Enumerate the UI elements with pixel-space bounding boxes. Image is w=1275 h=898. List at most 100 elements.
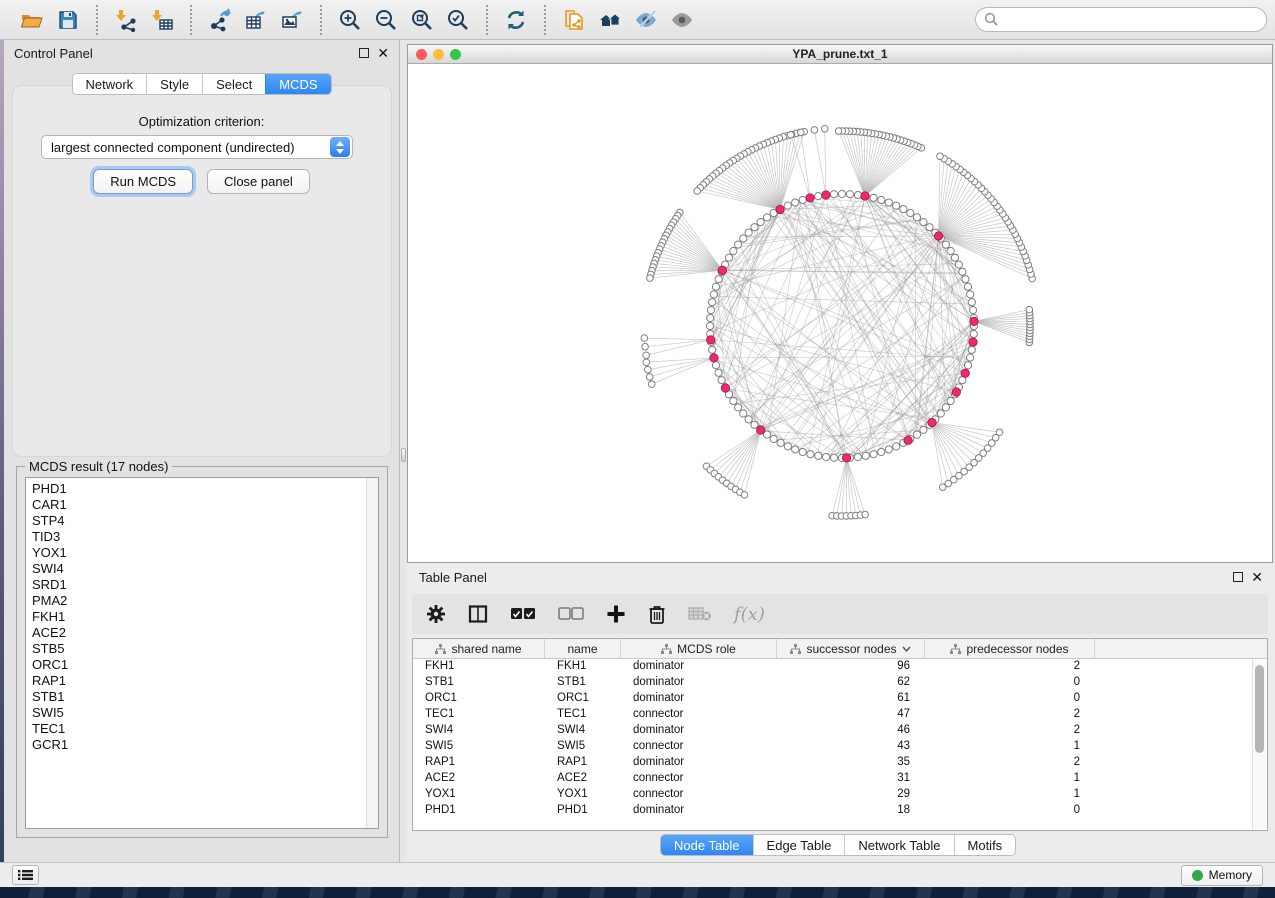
table-row[interactable]: ACE2ACE2connector311 [413, 771, 1267, 787]
table-cell[interactable] [1095, 803, 1267, 819]
table-cell[interactable] [1095, 739, 1267, 755]
table-cell[interactable]: 1 [925, 771, 1095, 787]
table-cell[interactable]: YOX1 [545, 787, 621, 803]
tab-style[interactable]: Style [146, 74, 202, 94]
export-network-button[interactable] [202, 4, 238, 36]
table-cell[interactable]: 2 [925, 723, 1095, 739]
tab-mcds[interactable]: MCDS [265, 74, 330, 94]
table-cell[interactable] [1095, 723, 1267, 739]
table-cell[interactable]: 1 [925, 739, 1095, 755]
table-row[interactable]: TEC1TEC1connector472 [413, 707, 1267, 723]
vertical-splitter[interactable] [400, 40, 407, 862]
table-row[interactable]: FKH1FKH1dominator962 [413, 659, 1267, 675]
table-cell[interactable]: 35 [777, 755, 925, 771]
import-network-button[interactable] [108, 4, 144, 36]
column-header-successor-nodes[interactable]: successor nodes [777, 639, 925, 658]
splitter-grip[interactable] [401, 448, 406, 462]
column-header-name[interactable]: name [545, 639, 621, 658]
mcds-result-item[interactable]: STP4 [32, 513, 366, 529]
open-file-button[interactable] [14, 4, 50, 36]
table-cell[interactable] [1095, 787, 1267, 803]
export-table-button[interactable] [238, 4, 274, 36]
table-cell[interactable]: connector [621, 739, 777, 755]
mcds-result-item[interactable]: TEC1 [32, 721, 366, 737]
table-cell[interactable]: 61 [777, 691, 925, 707]
table-settings-button[interactable] [426, 604, 446, 624]
network-canvas[interactable] [408, 64, 1272, 562]
tab-node-table[interactable]: Node Table [661, 835, 753, 855]
table-cell[interactable]: 96 [777, 659, 925, 675]
task-history-button[interactable] [12, 865, 39, 885]
table-cell[interactable] [1095, 707, 1267, 723]
table-cell[interactable]: RAP1 [545, 755, 621, 771]
show-column-panel-button[interactable] [468, 604, 488, 624]
save-session-button[interactable] [50, 4, 86, 36]
mcds-result-item[interactable]: SWI4 [32, 561, 366, 577]
table-cell[interactable]: 62 [777, 675, 925, 691]
table-cell[interactable]: 0 [925, 675, 1095, 691]
column-header-mcds-role[interactable]: MCDS role [621, 639, 777, 658]
refresh-view-button[interactable] [498, 4, 534, 36]
close-panel-button[interactable]: Close panel [207, 169, 310, 194]
run-mcds-button[interactable]: Run MCDS [93, 169, 193, 194]
table-cell[interactable]: 43 [777, 739, 925, 755]
zoom-out-button[interactable] [368, 4, 404, 36]
memory-button[interactable]: Memory [1181, 865, 1263, 886]
table-cell[interactable] [1095, 675, 1267, 691]
import-table-button[interactable] [144, 4, 180, 36]
first-neighbors-button[interactable] [592, 4, 628, 36]
table-row[interactable]: SWI5SWI5connector431 [413, 739, 1267, 755]
tab-select[interactable]: Select [202, 74, 265, 94]
table-cell[interactable]: FKH1 [545, 659, 621, 675]
table-cell[interactable]: connector [621, 787, 777, 803]
table-cell[interactable]: ACE2 [545, 771, 621, 787]
table-row[interactable]: YOX1YOX1connector291 [413, 787, 1267, 803]
table-cell[interactable]: TEC1 [413, 707, 545, 723]
table-cell[interactable]: TEC1 [545, 707, 621, 723]
mcds-result-item[interactable]: SWI5 [32, 705, 366, 721]
table-cell[interactable]: 2 [925, 707, 1095, 723]
table-cell[interactable]: ACE2 [413, 771, 545, 787]
float-panel-icon[interactable] [359, 48, 369, 58]
zoom-fit-button[interactable] [404, 4, 440, 36]
table-cell[interactable]: connector [621, 707, 777, 723]
mcds-result-item[interactable]: GCR1 [32, 737, 366, 753]
delete-column-button[interactable] [648, 604, 666, 624]
close-table-panel-icon[interactable]: ✕ [1251, 572, 1263, 582]
export-image-button[interactable] [274, 4, 310, 36]
criterion-dropdown[interactable]: largest connected component (undirected) [41, 135, 353, 159]
table-row[interactable]: PHD1PHD1dominator180 [413, 803, 1267, 819]
mcds-result-list[interactable]: PHD1CAR1STP4TID3YOX1SWI4SRD1PMA2FKH1ACE2… [25, 477, 379, 829]
table-cell[interactable]: dominator [621, 755, 777, 771]
tab-edge-table[interactable]: Edge Table [753, 835, 845, 855]
table-cell[interactable]: FKH1 [413, 659, 545, 675]
table-cell[interactable]: STB1 [413, 675, 545, 691]
table-cell[interactable]: 2 [925, 755, 1095, 771]
table-cell[interactable]: ORC1 [413, 691, 545, 707]
tab-network-table[interactable]: Network Table [844, 835, 953, 855]
hide-selected-button[interactable] [628, 4, 664, 36]
table-cell[interactable]: dominator [621, 803, 777, 819]
table-cell[interactable] [1095, 771, 1267, 787]
mcds-result-item[interactable]: SRD1 [32, 577, 366, 593]
zoom-in-button[interactable] [332, 4, 368, 36]
mcds-result-item[interactable]: RAP1 [32, 673, 366, 689]
mcds-result-item[interactable]: PMA2 [32, 593, 366, 609]
result-scrollbar[interactable] [366, 478, 378, 828]
table-cell[interactable]: 47 [777, 707, 925, 723]
zoom-selected-button[interactable] [440, 4, 476, 36]
mcds-result-item[interactable]: ACE2 [32, 625, 366, 641]
select-all-button[interactable] [510, 607, 536, 621]
add-column-button[interactable] [606, 604, 626, 624]
mcds-result-item[interactable]: STB5 [32, 641, 366, 657]
close-panel-icon[interactable]: ✕ [377, 48, 389, 58]
table-cell[interactable]: SWI4 [413, 723, 545, 739]
mcds-result-item[interactable]: ORC1 [32, 657, 366, 673]
show-all-button[interactable] [664, 4, 700, 36]
table-cell[interactable]: dominator [621, 659, 777, 675]
table-cell[interactable]: 2 [925, 659, 1095, 675]
table-cell[interactable]: dominator [621, 691, 777, 707]
table-row[interactable]: SWI4SWI4dominator462 [413, 723, 1267, 739]
table-cell[interactable]: 31 [777, 771, 925, 787]
table-cell[interactable]: 1 [925, 787, 1095, 803]
